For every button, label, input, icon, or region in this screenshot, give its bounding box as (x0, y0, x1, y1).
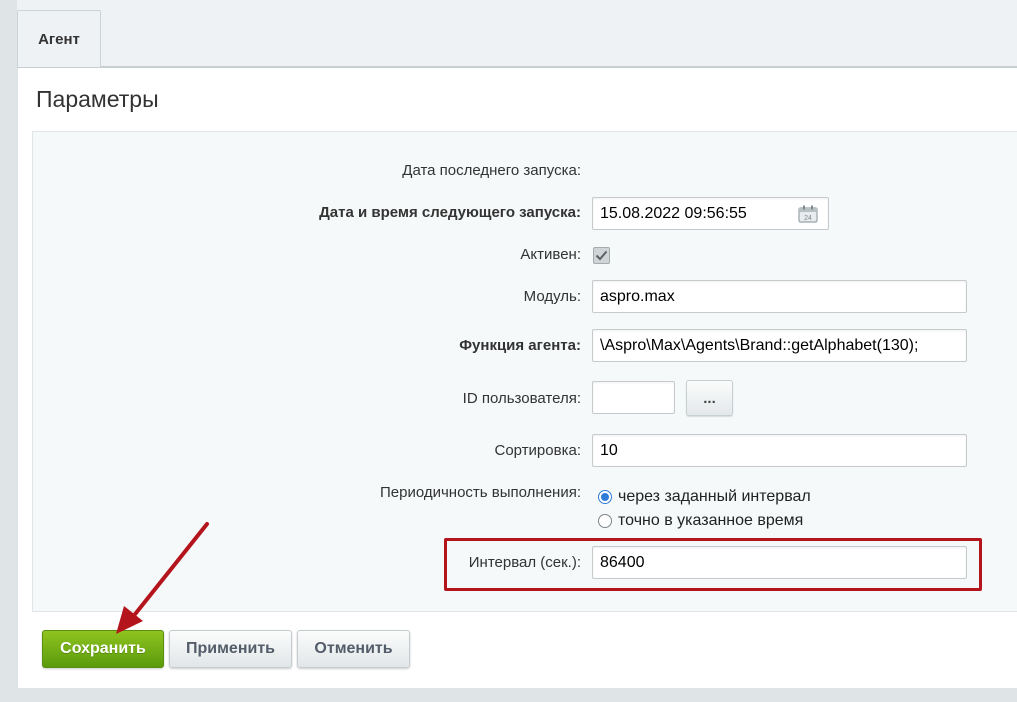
period-label: Периодичность выполнения: (380, 484, 581, 501)
period-option-interval[interactable]: через заданный интервал (598, 488, 811, 506)
user-id-label: ID пользователя: (462, 390, 581, 407)
function-label: Функция агента: (459, 337, 581, 354)
radio-exact-time[interactable] (598, 514, 612, 528)
period-option-exact-time-label: точно в указанное время (618, 512, 804, 529)
user-id-input[interactable] (592, 381, 675, 414)
apply-button[interactable]: Применить (169, 630, 292, 668)
period-option-exact-time[interactable]: точно в указанное время (598, 512, 803, 530)
checkmark-icon (595, 250, 608, 261)
tab-agent[interactable]: Агент (17, 10, 101, 67)
module-input[interactable]: aspro.max (592, 280, 967, 313)
page-title: Параметры (36, 86, 159, 112)
cancel-button[interactable]: Отменить (297, 630, 410, 668)
user-select-button[interactable]: ... (686, 380, 733, 416)
save-button[interactable]: Сохранить (42, 630, 164, 668)
period-option-interval-label: через заданный интервал (618, 488, 811, 505)
next-run-label: Дата и время следующего запуска: (319, 204, 581, 221)
svg-text:24: 24 (804, 215, 812, 222)
sort-input[interactable]: 10 (592, 434, 967, 467)
next-run-datetime-input[interactable]: 15.08.2022 09:56:55 24 (592, 197, 829, 230)
calendar-icon[interactable]: 24 (798, 205, 818, 223)
function-input[interactable]: \Aspro\Max\Agents\Brand::getAlphabet(130… (592, 329, 967, 362)
last-run-label: Дата последнего запуска: (402, 162, 581, 179)
sort-label: Сортировка: (494, 442, 582, 459)
module-label: Модуль: (523, 288, 581, 305)
active-label: Активен: (520, 246, 581, 263)
tabbar-divider (17, 66, 1017, 68)
next-run-value: 15.08.2022 09:56:55 (600, 205, 747, 222)
radio-interval[interactable] (598, 490, 612, 504)
interval-highlight-box (444, 538, 982, 591)
active-checkbox[interactable] (593, 247, 610, 264)
